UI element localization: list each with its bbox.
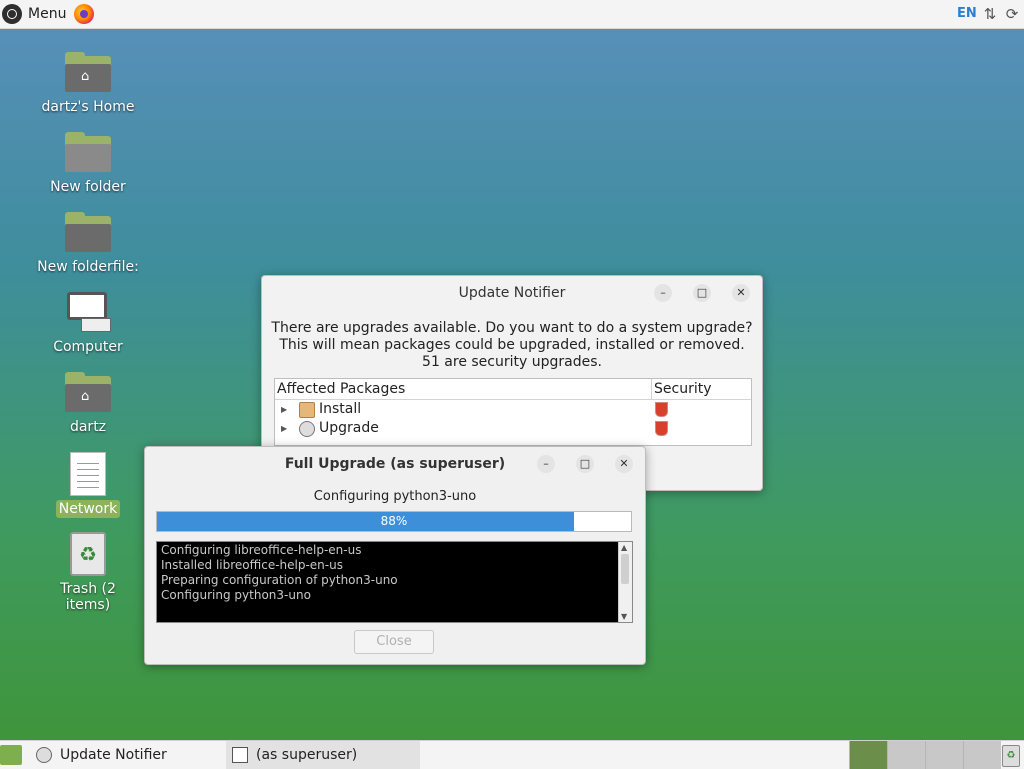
maximize-button[interactable]: □: [693, 284, 711, 302]
firefox-icon[interactable]: [74, 4, 94, 24]
menu-button[interactable]: Menu: [2, 3, 66, 25]
task-label: (as superuser): [256, 747, 358, 763]
workspace-1[interactable]: [849, 741, 887, 769]
update-notifier-icon: [36, 747, 52, 763]
package-icon: [299, 402, 315, 418]
network-icon[interactable]: ⇅: [981, 5, 999, 23]
desktop-icon-trash[interactable]: ♻ Trash (2 items): [33, 532, 143, 614]
scroll-down-icon[interactable]: ▼: [621, 612, 627, 621]
table-row[interactable]: ▶ Install: [275, 400, 751, 419]
window-title: Full Upgrade (as superuser): [284, 456, 506, 472]
log-line: Configuring libreoffice-help-en-us: [161, 543, 362, 557]
progress-bar: 88%: [156, 511, 632, 532]
shield-icon: [655, 402, 668, 417]
trash-icon: ♻: [70, 532, 106, 576]
column-header-packages[interactable]: Affected Packages: [277, 379, 405, 399]
home-folder-icon: ⌂: [65, 372, 111, 412]
expand-arrow-icon[interactable]: ▶: [281, 400, 287, 419]
message-line: There are upgrades available. Do you wan…: [271, 320, 753, 336]
table-header: Affected Packages Security: [275, 379, 751, 400]
desktop-icon-label: New folderfile:: [37, 259, 139, 275]
folder-icon: [65, 132, 111, 172]
close-window-button[interactable]: ✕: [615, 455, 633, 473]
full-upgrade-window: Full Upgrade (as superuser) – □ ✕ Config…: [144, 446, 646, 665]
language-indicator[interactable]: EN: [957, 6, 977, 21]
top-panel: Menu EN ⇅ ⟳: [0, 0, 1024, 29]
document-icon: [70, 452, 106, 496]
scroll-up-icon[interactable]: ▲: [621, 543, 627, 552]
window-titlebar[interactable]: Full Upgrade (as superuser) – □ ✕: [145, 447, 645, 481]
message-line: 51 are security upgrades.: [422, 354, 602, 370]
window-title: Update Notifier: [458, 285, 566, 301]
shield-icon: [655, 421, 668, 436]
desktop-icon-label: dartz's Home: [41, 99, 135, 115]
show-desktop-button[interactable]: [0, 745, 22, 765]
log-line: Configuring python3-uno: [161, 588, 311, 602]
log-line: Installed libreoffice-help-en-us: [161, 558, 343, 572]
home-folder-icon: ⌂: [65, 52, 111, 92]
desktop-icon-new-folder[interactable]: New folder: [33, 132, 143, 196]
affected-packages-table[interactable]: Affected Packages Security ▶ Install ▶ U…: [274, 378, 752, 446]
desktop-icon-label: dartz: [69, 419, 107, 435]
desktop-icon-label: Network: [55, 500, 121, 518]
close-window-button[interactable]: ✕: [732, 284, 750, 302]
message-line: This will mean packages could be upgrade…: [279, 337, 745, 353]
desktop-icon-network[interactable]: Network: [33, 452, 143, 518]
bottom-panel: Update Notifier (as superuser) ♻: [0, 740, 1024, 769]
close-button[interactable]: Close: [354, 630, 434, 654]
column-header-security[interactable]: Security: [651, 379, 750, 399]
trash-applet-icon[interactable]: ♻: [1002, 745, 1020, 767]
window-titlebar[interactable]: Update Notifier – □ ✕: [262, 276, 762, 310]
task-label: Update Notifier: [60, 747, 167, 763]
window-icon: [232, 747, 248, 763]
desktop-icon-computer[interactable]: Computer: [33, 292, 143, 356]
computer-icon: [65, 292, 111, 332]
maximize-button[interactable]: □: [576, 455, 594, 473]
menu-label: Menu: [28, 6, 67, 22]
workspace-4[interactable]: [963, 741, 1001, 769]
row-label: Install: [319, 401, 362, 417]
minimize-button[interactable]: –: [654, 284, 672, 302]
desktop-icon-home[interactable]: ⌂ dartz's Home: [33, 52, 143, 116]
desktop-icon-dartz[interactable]: ⌂ dartz: [33, 372, 143, 436]
folder-icon: [65, 212, 111, 252]
workspace-3[interactable]: [925, 741, 963, 769]
status-text: Configuring python3-uno: [313, 489, 477, 504]
upgrade-icon: [299, 421, 315, 437]
progress-label: 88%: [380, 514, 408, 528]
task-update-notifier[interactable]: Update Notifier: [36, 741, 226, 769]
log-scrollbar[interactable]: ▲ ▼: [618, 542, 632, 622]
desktop-icon-new-folderfile[interactable]: New folderfile:: [33, 212, 143, 276]
desktop-icon-label: Trash (2 items): [60, 581, 116, 613]
log-output[interactable]: Configuring libreoffice-help-en-us Insta…: [156, 541, 633, 623]
row-label: Upgrade: [319, 420, 379, 436]
expand-arrow-icon[interactable]: ▶: [281, 419, 287, 438]
workspace-2[interactable]: [887, 741, 925, 769]
upgrade-message: There are upgrades available. Do you wan…: [262, 320, 762, 371]
table-row[interactable]: ▶ Upgrade: [275, 419, 751, 438]
desktop-icon-label: Computer: [53, 339, 123, 355]
log-line: Preparing configuration of python3-uno: [161, 573, 398, 587]
menu-logo-icon: [2, 4, 22, 24]
update-icon[interactable]: ⟳: [1003, 5, 1021, 23]
scroll-thumb[interactable]: [621, 554, 629, 584]
task-superuser[interactable]: (as superuser): [226, 741, 420, 769]
minimize-button[interactable]: –: [537, 455, 555, 473]
desktop-icon-label: New folder: [50, 179, 126, 195]
